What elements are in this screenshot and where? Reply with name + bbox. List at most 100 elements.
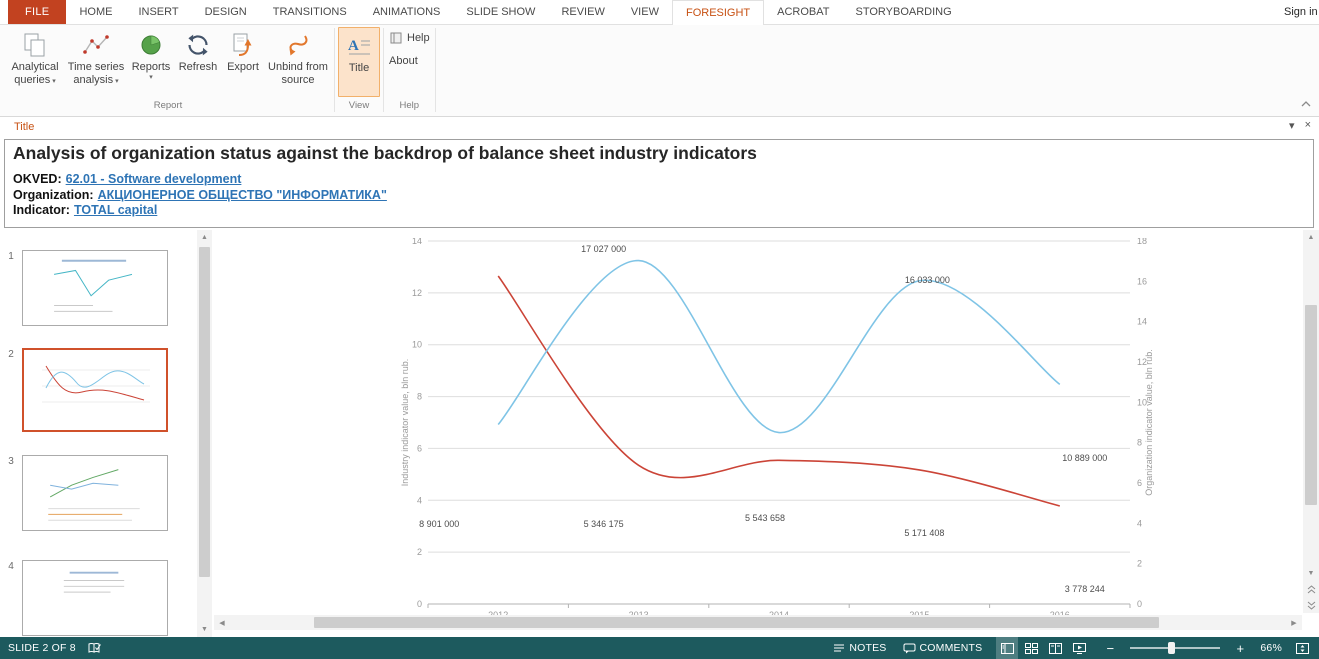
reports-icon — [139, 30, 163, 60]
slide-indicator: SLIDE 2 OF 8 — [8, 642, 76, 654]
panel-menu-chevron-icon[interactable]: ▾ — [1289, 119, 1295, 132]
tab-insert[interactable]: INSERT — [125, 0, 191, 24]
slide-thumbnail-3[interactable]: 3 — [0, 455, 197, 531]
slide-chart[interactable]: 0246810121402468101214161820122013201420… — [400, 238, 1160, 630]
tab-storyboarding[interactable]: STORYBOARDING — [843, 0, 965, 24]
title-toggle-button[interactable]: A Title — [338, 27, 380, 97]
scroll-left-arrow-icon[interactable]: ◀ — [214, 615, 230, 630]
time-series-icon — [82, 30, 110, 60]
thumbnail-preview — [23, 456, 165, 530]
panel-title-label: Title — [14, 121, 34, 133]
sign-in-button[interactable]: Sign in — [1284, 0, 1319, 25]
unbind-from-source-button[interactable]: Unbind from source — [265, 27, 331, 97]
scroll-down-arrow-icon[interactable]: ▼ — [1303, 566, 1319, 581]
svg-text:5 171 408: 5 171 408 — [904, 528, 944, 538]
view-slideshow-button[interactable] — [1068, 637, 1090, 659]
scrollbar-thumb[interactable] — [199, 247, 210, 577]
view-slide-sorter-button[interactable] — [1020, 637, 1042, 659]
canvas-vertical-scrollbar[interactable]: ▲ ▼ — [1303, 230, 1319, 613]
slide-thumbnail-4[interactable]: 4 — [0, 560, 197, 636]
export-button[interactable]: Export — [221, 27, 265, 97]
notes-button[interactable]: NOTES — [831, 637, 888, 659]
tab-foresight[interactable]: FORESIGHT — [672, 0, 764, 25]
ribbon-tab-bar: FILE HOME INSERT DESIGN TRANSITIONS ANIM… — [0, 0, 1319, 25]
thumbnail-preview — [24, 350, 166, 430]
file-tab[interactable]: FILE — [8, 0, 66, 24]
svg-text:17 027 000: 17 027 000 — [581, 244, 626, 254]
zoom-plus-icon: + — [1234, 641, 1246, 656]
scroll-right-arrow-icon[interactable]: ▶ — [1286, 615, 1302, 630]
organization-row: Organization:АКЦИОНЕРНОЕ ОБЩЕСТВО "ИНФОР… — [13, 188, 1305, 204]
panel-close-button[interactable]: × — [1305, 119, 1311, 132]
scrollbar-thumb[interactable] — [314, 617, 1159, 628]
zoom-in-button[interactable]: + — [1232, 637, 1248, 659]
analytical-queries-button[interactable]: Analytical queries▾ — [5, 27, 65, 97]
spell-check-button[interactable] — [86, 637, 103, 659]
slide-canvas[interactable]: 0246810121402468101214161820122013201420… — [212, 230, 1319, 637]
svg-text:6: 6 — [417, 443, 422, 453]
slide-thumbnail-2[interactable]: 2 — [0, 348, 197, 432]
tab-acrobat[interactable]: ACROBAT — [764, 0, 842, 24]
tab-animations[interactable]: ANIMATIONS — [360, 0, 454, 24]
tab-slide-show[interactable]: SLIDE SHOW — [453, 0, 548, 24]
tab-review[interactable]: REVIEW — [548, 0, 617, 24]
scroll-down-arrow-icon[interactable]: ▼ — [197, 622, 212, 637]
tab-view[interactable]: VIEW — [618, 0, 672, 24]
okved-label: OKVED: — [13, 172, 62, 186]
scrollbar-thumb[interactable] — [1305, 305, 1317, 505]
tab-home[interactable]: HOME — [66, 0, 125, 24]
report-title-box: Analysis of organization status against … — [4, 139, 1314, 228]
title-panel: Title ▾ × Analysis of organization statu… — [0, 117, 1319, 230]
okved-link[interactable]: 62.01 - Software development — [66, 172, 242, 186]
about-button[interactable]: About — [384, 51, 423, 71]
zoom-out-button[interactable]: − — [1102, 637, 1118, 659]
normal-view-icon — [1001, 643, 1014, 654]
reports-button[interactable]: Reports ▾ — [127, 27, 175, 97]
zoom-slider-thumb[interactable] — [1168, 642, 1175, 654]
svg-text:6: 6 — [1137, 478, 1142, 488]
group-separator — [435, 28, 436, 112]
collapse-ribbon-button[interactable] — [1301, 94, 1311, 112]
svg-text:5 543 658: 5 543 658 — [745, 513, 785, 523]
reading-view-icon — [1049, 643, 1062, 654]
svg-text:8: 8 — [1137, 438, 1142, 448]
ribbon-group-report: Analytical queries▾ Time series analysis… — [2, 25, 334, 116]
svg-text:14: 14 — [1137, 317, 1147, 327]
organization-link[interactable]: АКЦИОНЕРНОЕ ОБЩЕСТВО "ИНФОРМАТИКА" — [98, 188, 387, 202]
time-series-analysis-button[interactable]: Time series analysis▾ — [65, 27, 127, 97]
okved-row: OKVED: 62.01 - Software development — [13, 172, 1305, 188]
slide-sorter-icon — [1025, 643, 1038, 654]
export-icon — [231, 30, 255, 60]
comments-button[interactable]: COMMENTS — [901, 637, 985, 659]
scrollbar-track[interactable] — [1303, 245, 1319, 566]
svg-text:4: 4 — [417, 495, 422, 505]
analytical-queries-icon — [22, 30, 48, 60]
svg-text:14: 14 — [412, 238, 422, 246]
svg-text:16 033 000: 16 033 000 — [905, 275, 950, 285]
scroll-up-arrow-icon[interactable]: ▲ — [1303, 230, 1319, 245]
previous-slide-button[interactable] — [1303, 581, 1319, 597]
unbind-icon — [285, 30, 311, 60]
next-slide-button[interactable] — [1303, 597, 1319, 613]
comments-icon — [903, 643, 916, 654]
canvas-horizontal-scrollbar[interactable]: ◀ ▶ — [214, 615, 1302, 630]
zoom-percent-button[interactable]: 66% — [1260, 642, 1282, 654]
tab-transitions[interactable]: TRANSITIONS — [260, 0, 360, 24]
tab-design[interactable]: DESIGN — [192, 0, 260, 24]
slide-thumbnail-1[interactable]: 1 — [0, 250, 197, 326]
scrollbar-track[interactable] — [230, 615, 1286, 630]
fit-window-button[interactable] — [1294, 637, 1311, 659]
refresh-button[interactable]: Refresh — [175, 27, 221, 97]
slide-number: 3 — [0, 455, 22, 531]
fit-to-window-icon — [1296, 643, 1309, 654]
scroll-up-arrow-icon[interactable]: ▲ — [197, 230, 212, 245]
zoom-slider[interactable] — [1130, 647, 1220, 649]
svg-text:2: 2 — [1137, 559, 1142, 569]
scrollbar-track[interactable] — [197, 245, 212, 622]
status-bar: SLIDE 2 OF 8 NOTES COMMENTS − + 66% — [0, 637, 1319, 659]
view-reading-button[interactable] — [1044, 637, 1066, 659]
indicator-link[interactable]: TOTAL capital — [74, 203, 157, 217]
thumbnails-scrollbar[interactable]: ▲ ▼ — [197, 230, 212, 637]
help-button[interactable]: Help — [384, 28, 435, 48]
view-normal-button[interactable] — [996, 637, 1018, 659]
